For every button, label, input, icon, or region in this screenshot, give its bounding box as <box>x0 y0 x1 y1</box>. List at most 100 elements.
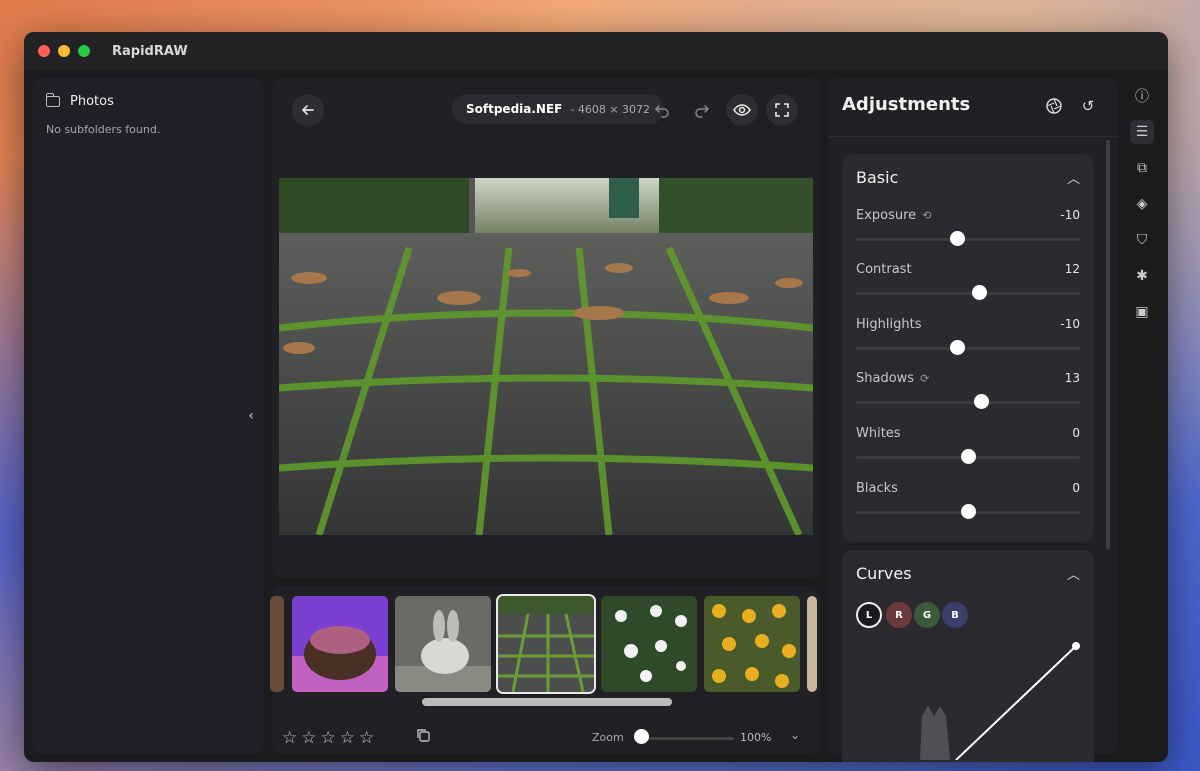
chevron-down-icon[interactable]: ⌄ <box>790 728 800 742</box>
thumbnail-selected[interactable] <box>496 594 596 694</box>
adjustment-value: -10 <box>1060 208 1080 222</box>
panel-title: Adjustments <box>842 94 971 115</box>
chevron-up-icon[interactable]: ︿ <box>1067 564 1080 583</box>
adjustment-blacks: Blacks 0 <box>856 481 1080 519</box>
bookmark-icon[interactable]: ⛉ <box>1130 228 1154 252</box>
back-button[interactable] <box>292 94 324 126</box>
aperture-icon[interactable] <box>1044 96 1064 116</box>
thumbnail[interactable] <box>270 596 284 692</box>
copy-icon[interactable] <box>416 728 430 742</box>
adjustment-label: Highlights <box>856 317 922 332</box>
app-title: RapidRAW <box>112 43 188 59</box>
maximize-window-button[interactable] <box>78 45 90 57</box>
slider-track[interactable] <box>856 347 1080 350</box>
basic-section: Basic ︿ Exposure ⟲ -10 Contrast 12 Highli… <box>842 154 1094 542</box>
chevron-up-icon[interactable]: ︿ <box>1067 168 1080 187</box>
adjustment-value: -10 <box>1060 317 1080 331</box>
folder-icon <box>45 93 60 107</box>
eye-icon <box>733 104 751 116</box>
star-rating[interactable]: ☆ ☆ ☆ ☆ ☆ <box>282 728 374 748</box>
crop-icon[interactable]: ⧉ <box>1130 156 1154 180</box>
undo-icon <box>654 105 669 118</box>
folder-label: Photos <box>70 94 114 109</box>
filmstrip-scrollbar[interactable] <box>422 698 672 706</box>
ai-icon[interactable]: ✱ <box>1130 264 1154 288</box>
undo-button[interactable] <box>646 94 678 126</box>
panel-scrollbar[interactable] <box>1106 140 1110 550</box>
star-icon[interactable]: ☆ <box>321 728 336 748</box>
adjustment-whites: Whites 0 <box>856 426 1080 464</box>
channel-b-button[interactable]: B <box>942 602 968 628</box>
info-icon[interactable]: ⓘ <box>1130 84 1154 108</box>
slider-handle[interactable] <box>961 504 976 519</box>
slider-track[interactable] <box>856 401 1080 404</box>
adjustment-label: Shadows <box>856 371 915 386</box>
curve-point[interactable] <box>1072 642 1080 650</box>
slider-track[interactable] <box>856 238 1080 241</box>
adjustment-label: Whites <box>856 426 901 441</box>
main-photo[interactable] <box>279 178 813 535</box>
reset-icon[interactable]: ⟳ <box>920 372 929 385</box>
channel-l-button[interactable]: L <box>856 602 882 628</box>
thumbnail[interactable] <box>292 596 388 692</box>
back-arrow-icon <box>302 105 314 115</box>
aperture-glyph <box>1046 98 1062 114</box>
adjustment-contrast: Contrast 12 <box>856 262 1080 300</box>
close-window-button[interactable] <box>38 45 50 57</box>
empty-subfolders-text: No subfolders found. <box>46 123 161 136</box>
star-icon[interactable]: ☆ <box>340 728 355 748</box>
adjustment-value: 12 <box>1064 262 1080 276</box>
zoom-slider-track[interactable] <box>634 737 734 740</box>
adjustment-exposure: Exposure ⟲ -10 <box>856 208 1080 246</box>
channel-g-button[interactable]: G <box>914 602 940 628</box>
adjustment-shadows: Shadows ⟳ 13 <box>856 371 1080 409</box>
star-icon[interactable]: ☆ <box>282 728 297 748</box>
thumbnail-image <box>395 596 491 692</box>
titlebar: RapidRAW <box>24 32 1168 70</box>
redo-button[interactable] <box>686 94 718 126</box>
slider-handle[interactable] <box>949 231 965 246</box>
channel-r-button[interactable]: R <box>886 602 912 628</box>
layers-icon[interactable]: ◈ <box>1130 192 1154 216</box>
slider-handle[interactable] <box>949 340 965 355</box>
file-name: Softpedia.NEF <box>466 102 563 116</box>
reset-icon[interactable]: ↺ <box>1078 96 1098 116</box>
redo-icon <box>695 105 710 118</box>
thumbnail[interactable] <box>395 596 491 692</box>
image-viewer: Softpedia.NEF - 4608 × 3072 <box>272 78 820 578</box>
slider-handle[interactable] <box>961 449 976 464</box>
reset-icon[interactable]: ⟲ <box>922 209 931 222</box>
zoom-slider-handle[interactable] <box>634 729 649 744</box>
adjustments-panel: Adjustments ↺ Basic ︿ Exposure ⟲ -10 Cont… <box>828 78 1118 762</box>
adjustment-label: Blacks <box>856 481 898 496</box>
zoom-label: Zoom <box>592 731 624 744</box>
section-title: Curves <box>856 564 912 583</box>
chevron-left-icon[interactable]: ‹ <box>248 408 254 424</box>
sliders-icon[interactable]: ☰ <box>1130 120 1154 144</box>
adjustment-label: Exposure <box>856 208 917 223</box>
adjustment-highlights: Highlights -10 <box>856 317 1080 355</box>
star-icon[interactable]: ☆ <box>359 728 374 748</box>
slider-handle[interactable] <box>972 285 988 300</box>
curves-section: Curves ︿ L R G B <box>842 550 1094 762</box>
file-dimensions: - 4608 × 3072 <box>570 102 651 116</box>
save-icon[interactable]: ▣ <box>1130 300 1154 324</box>
tool-rail: ⓘ ☰ ⧉ ◈ ⛉ ✱ ▣ <box>1124 78 1160 754</box>
filmstrip: ☆ ☆ ☆ ☆ ☆ Zoom 100% ⌄ <box>270 586 820 754</box>
folder-sidebar: Photos No subfolders found. ‹ <box>32 78 264 754</box>
minimize-window-button[interactable] <box>58 45 70 57</box>
file-info: Softpedia.NEF - 4608 × 3072 <box>452 94 665 124</box>
fullscreen-button[interactable] <box>766 94 798 126</box>
thumbnail[interactable] <box>807 596 817 692</box>
preview-toggle-button[interactable] <box>726 94 758 126</box>
panel-divider <box>828 136 1118 137</box>
star-icon[interactable]: ☆ <box>301 728 316 748</box>
thumbnail[interactable] <box>704 596 800 692</box>
section-title: Basic <box>856 168 899 187</box>
cobblestone-photo <box>279 178 813 535</box>
thumbnail[interactable] <box>601 596 697 692</box>
slider-track[interactable] <box>856 292 1080 295</box>
slider-handle[interactable] <box>974 394 990 409</box>
folder-item-photos[interactable]: Photos <box>32 78 264 109</box>
curve-editor[interactable] <box>856 636 1080 760</box>
